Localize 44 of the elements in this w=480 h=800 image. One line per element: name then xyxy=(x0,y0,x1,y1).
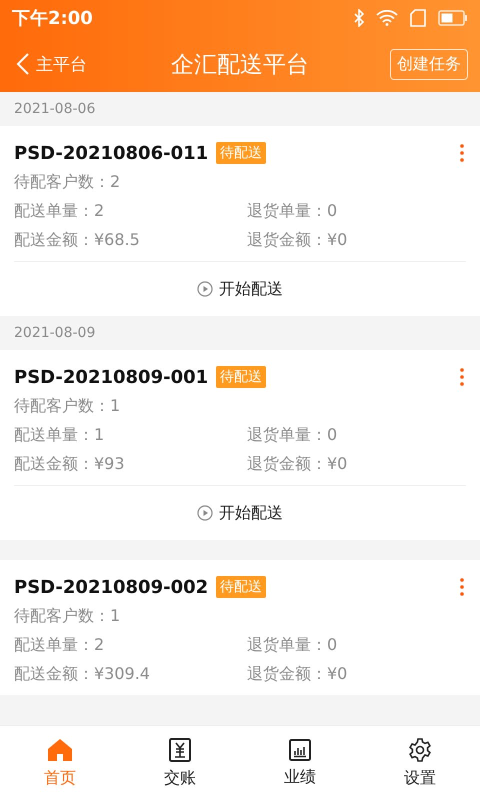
page-title: 企汇配送平台 xyxy=(171,52,309,78)
stat-text: 配送单量：2 xyxy=(14,201,106,222)
nav-tab[interactable]: 交账 xyxy=(120,726,240,800)
sim-card-icon xyxy=(410,9,426,27)
order-number: PSD-20210809-002 xyxy=(14,576,208,598)
stat-text: 退货单量：0 xyxy=(247,201,338,222)
bar-chart-icon xyxy=(289,738,311,760)
stat-text: 退货单量：0 xyxy=(247,635,338,656)
stat-text: 配送金额：¥68.5 xyxy=(14,230,141,251)
customer-count: 待配客户数：2 xyxy=(14,172,122,193)
more-options-icon[interactable] xyxy=(458,144,466,162)
stat-text: 退货金额：¥0 xyxy=(247,230,348,251)
yen-document-icon xyxy=(169,738,191,762)
back-chevron-icon xyxy=(16,52,30,76)
settings-icon xyxy=(408,738,432,762)
bluetooth-icon xyxy=(354,9,364,27)
stat-text: 配送单量：2 xyxy=(14,635,106,656)
status-tag: 待配送 xyxy=(216,576,266,598)
date-label: 2021-08-09 xyxy=(14,325,96,341)
play-icon xyxy=(197,281,213,297)
battery-icon xyxy=(438,10,468,26)
status-time: 下午2:00 xyxy=(12,7,93,30)
stat-text: 退货单量：0 xyxy=(247,425,338,446)
order-number: PSD-20210809-001 xyxy=(14,366,208,388)
stat-text: 配送金额：¥93 xyxy=(14,454,126,475)
status-tag: 待配送 xyxy=(216,142,266,164)
order-number: PSD-20210806-011 xyxy=(14,142,208,164)
more-options-icon[interactable] xyxy=(458,578,466,596)
customer-count: 待配客户数：1 xyxy=(14,396,122,417)
stat-text: 退货金额：¥0 xyxy=(247,454,348,475)
play-icon xyxy=(197,505,213,521)
stat-text: 退货金额：¥0 xyxy=(247,664,348,685)
wifi-icon xyxy=(376,10,398,26)
start-delivery-button[interactable]: 开始配送 xyxy=(193,498,287,528)
home-icon xyxy=(47,738,73,762)
start-delivery-button[interactable]: 开始配送 xyxy=(193,274,287,304)
status-tag: 待配送 xyxy=(216,366,266,388)
stat-text: 配送金额：¥309.4 xyxy=(14,664,151,685)
stat-text: 配送单量：1 xyxy=(14,425,106,446)
more-options-icon[interactable] xyxy=(458,368,466,386)
nav-tab[interactable]: 业绩 xyxy=(240,726,360,800)
nav-tab[interactable]: 设置 xyxy=(360,726,480,800)
date-label: 2021-08-06 xyxy=(14,101,96,117)
customer-count: 待配客户数：1 xyxy=(14,606,122,627)
